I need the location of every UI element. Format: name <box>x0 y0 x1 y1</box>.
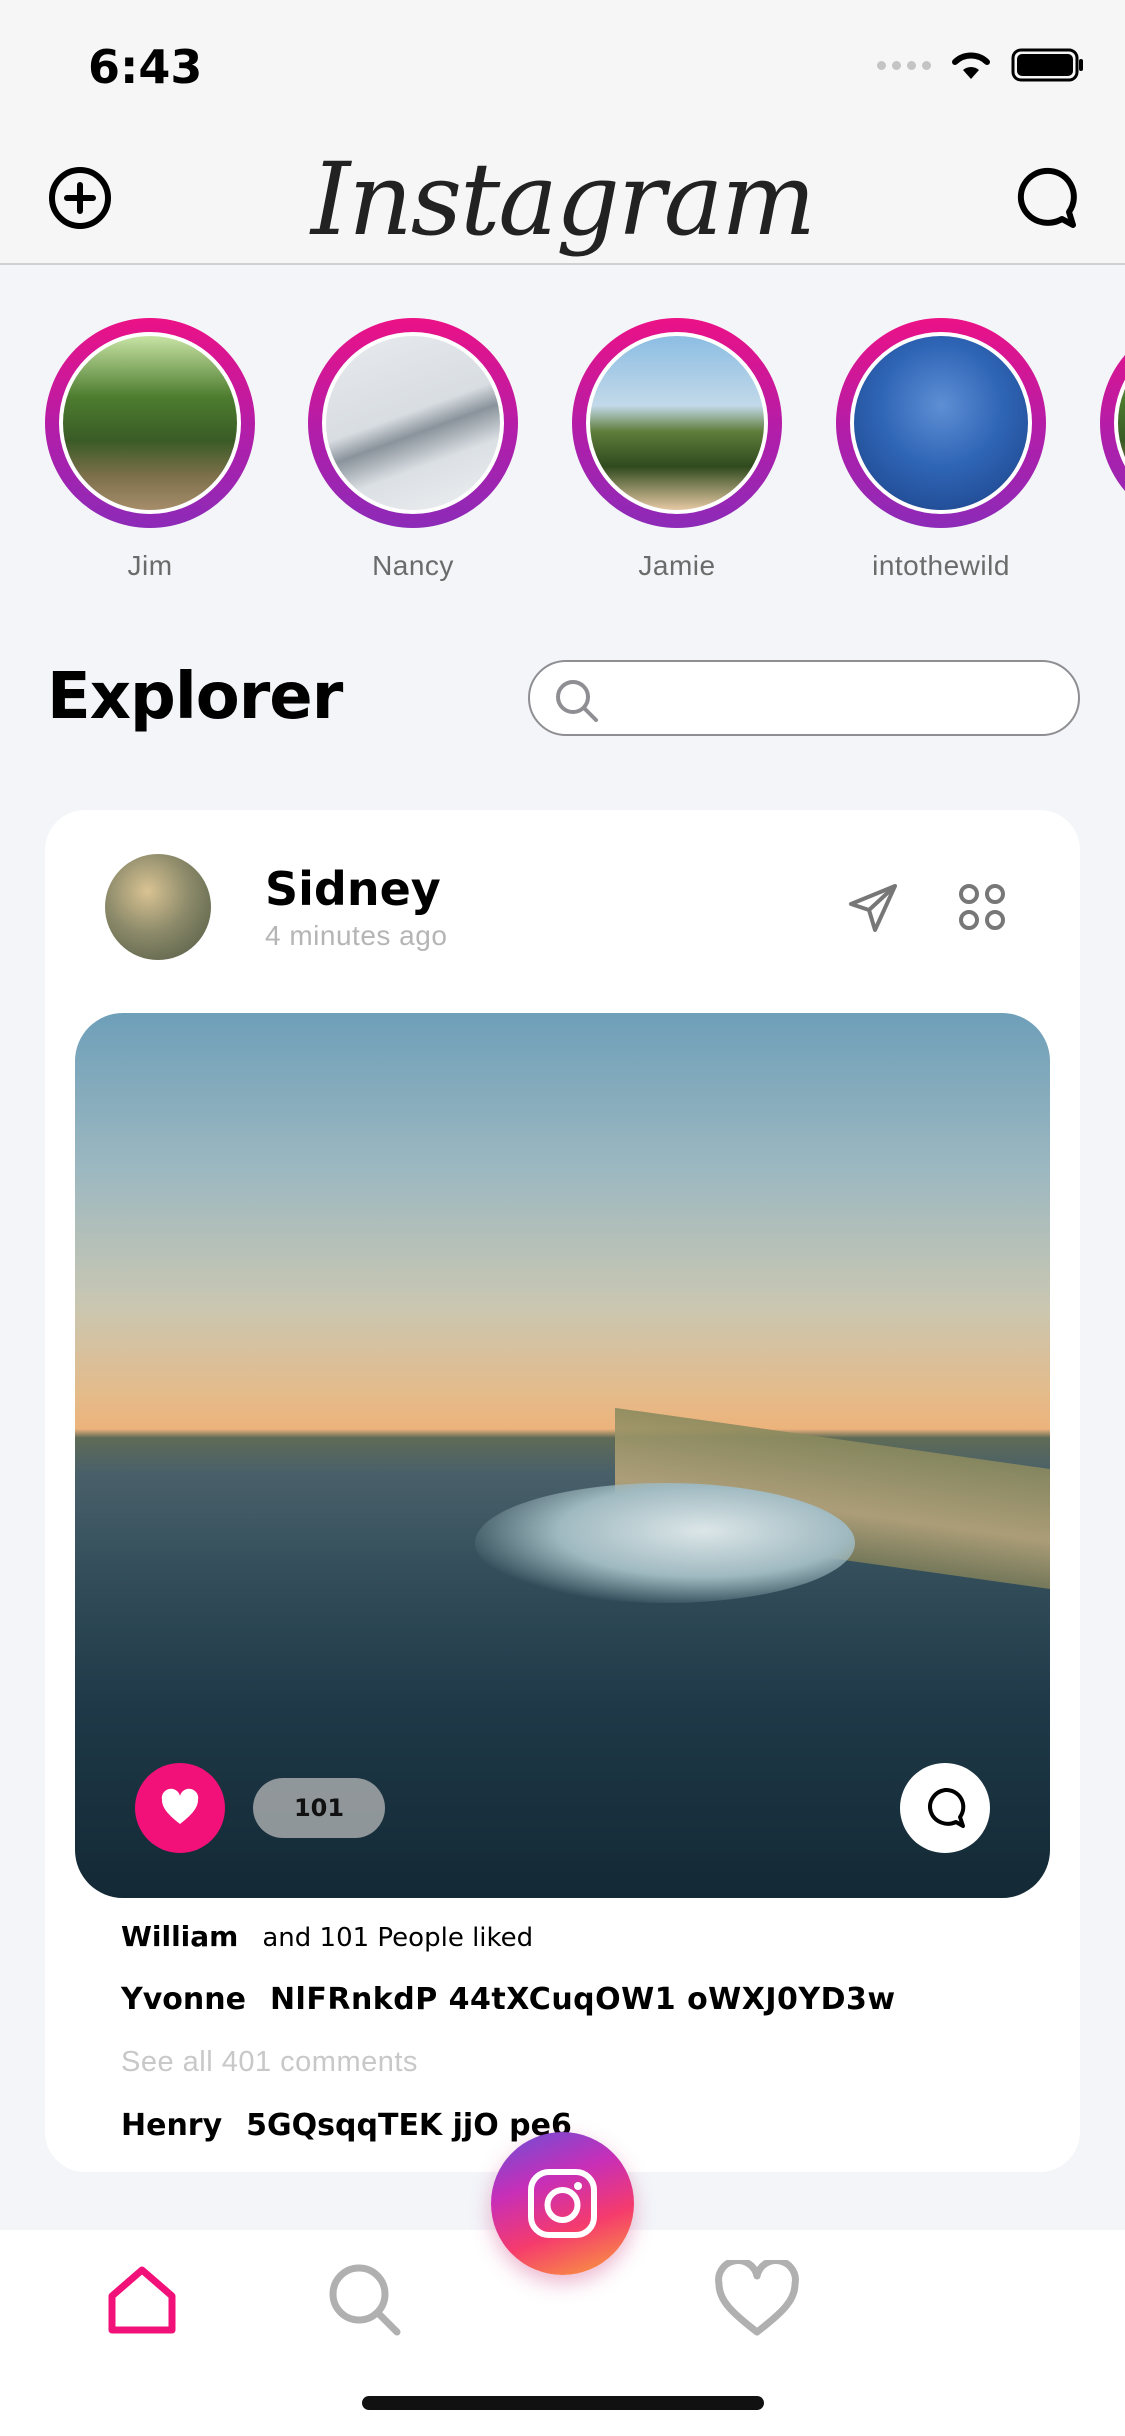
story-ring <box>836 318 1046 528</box>
search-box[interactable] <box>528 660 1080 736</box>
story-item[interactable]: intothewild <box>836 318 1046 582</box>
story-name: Jamie <box>638 550 716 581</box>
story-ring <box>1100 318 1125 528</box>
status-time: 6:43 <box>88 40 203 94</box>
story-ring <box>308 318 518 528</box>
story-image <box>322 332 504 514</box>
more-grid-icon[interactable] <box>955 880 1009 934</box>
story-name: Nancy <box>372 550 454 581</box>
story-name: Jim <box>127 550 173 581</box>
liked-by-user[interactable]: William <box>121 1920 238 1953</box>
liked-by-text: and 101 People liked <box>262 1923 534 1953</box>
status-bar: 6:43 <box>0 0 1125 135</box>
story-ring <box>572 318 782 528</box>
story-item[interactable]: Nancy <box>308 318 518 582</box>
post-card: Sidney 4 minutes ago 101 William and 101 … <box>45 810 1080 2172</box>
comment-text: 5GQsqqTEK jjO pe6 <box>246 2108 572 2143</box>
signal-icon <box>877 60 931 70</box>
battery-icon <box>1011 48 1083 82</box>
photo-wave <box>475 1483 855 1603</box>
caption-text: NlFRnkdP 44tXCuqOW1 oWXJ0YD3w <box>269 1982 896 2017</box>
home-icon[interactable] <box>102 2260 182 2340</box>
comment-icon <box>928 1787 966 1828</box>
caption-user[interactable]: Yvonne <box>121 1982 246 2017</box>
search-input[interactable] <box>610 670 1060 728</box>
stories-row: Jim Nancy Jamie intothewild <box>0 318 1125 598</box>
see-all-comments-link[interactable]: See all 401 comments <box>121 2046 418 2079</box>
story-image <box>59 332 241 514</box>
search-icon <box>556 680 598 722</box>
chat-bubble-icon[interactable] <box>1010 163 1080 233</box>
post-timestamp: 4 minutes ago <box>265 920 448 951</box>
section-title: Explorer <box>47 660 343 734</box>
story-ring <box>45 318 255 528</box>
post-username[interactable]: Sidney <box>265 862 441 916</box>
app-logo: Instagram <box>310 141 816 258</box>
comment-line: Henry 5GQsqqTEK jjO pe6 <box>121 2108 572 2143</box>
story-item[interactable]: Jamie <box>572 318 782 582</box>
story-image <box>850 332 1032 514</box>
heart-outline-icon[interactable] <box>713 2260 801 2340</box>
camera-icon <box>528 2169 597 2238</box>
story-image <box>586 332 768 514</box>
like-button[interactable] <box>135 1763 225 1853</box>
wifi-icon <box>952 52 990 79</box>
heart-icon <box>161 1788 199 1824</box>
post-photo[interactable]: 101 <box>75 1013 1050 1898</box>
status-icons <box>877 48 1085 82</box>
camera-fab-button[interactable] <box>491 2132 634 2275</box>
story-item[interactable]: Jim <box>45 318 255 582</box>
avatar[interactable] <box>105 854 211 960</box>
story-image <box>1114 332 1125 514</box>
home-indicator <box>362 2396 764 2410</box>
story-name: intothewild <box>872 550 1010 581</box>
like-count-badge: 101 <box>253 1778 385 1838</box>
likes-line: William and 101 People liked <box>121 1920 533 1953</box>
top-navbar: Instagram <box>0 135 1125 265</box>
comment-button[interactable] <box>900 1763 990 1853</box>
story-item-partial[interactable] <box>1100 318 1125 528</box>
send-icon[interactable] <box>845 880 901 936</box>
comment-user[interactable]: Henry <box>121 2108 222 2143</box>
caption-line: Yvonne NlFRnkdP 44tXCuqOW1 oWXJ0YD3w <box>121 1982 896 2017</box>
search-icon[interactable] <box>325 2260 405 2340</box>
